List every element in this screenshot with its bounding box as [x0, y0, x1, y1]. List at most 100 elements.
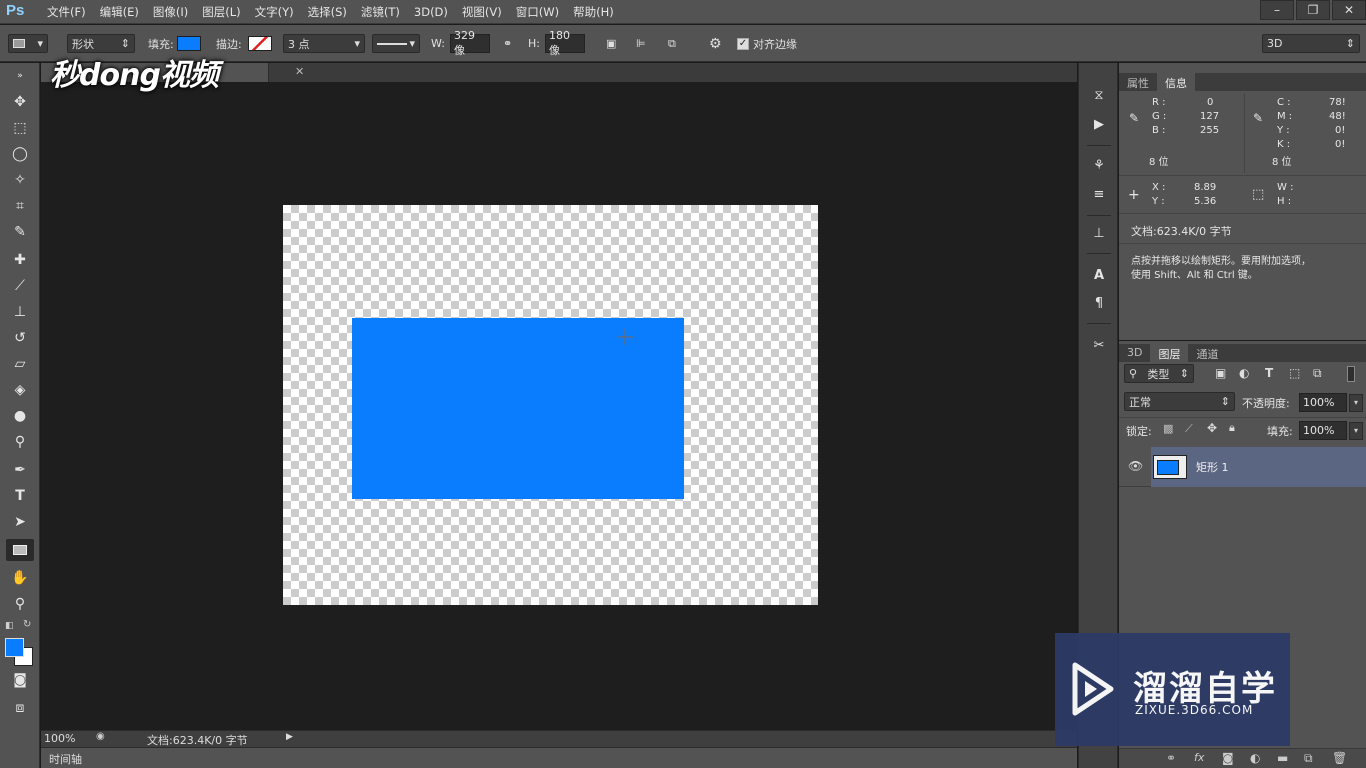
menu-file[interactable]: 文件(F)	[40, 4, 93, 20]
swap-colors-icon[interactable]: ↻	[23, 619, 31, 630]
stroke-swatch[interactable]	[247, 36, 272, 51]
screen-mode-icon[interactable]: ⧈	[6, 697, 34, 719]
paragraph-panel-icon[interactable]: ¶	[1089, 293, 1109, 313]
rectangle-shape[interactable]	[352, 318, 684, 499]
menu-select[interactable]: 选择(S)	[301, 4, 354, 20]
marquee-tool-icon[interactable]: ⬚	[6, 117, 34, 139]
status-menu-arrow-icon[interactable]: ▶	[286, 732, 293, 742]
collapse-toolbox-icon[interactable]: »	[6, 65, 34, 87]
link-layers-icon[interactable]: ⚭	[1166, 751, 1176, 765]
actions-panel-icon[interactable]: ▶	[1089, 114, 1109, 134]
menu-layer[interactable]: 图层(L)	[195, 4, 247, 20]
menu-edit[interactable]: 编辑(E)	[93, 4, 146, 20]
crop-tool-icon[interactable]: ⌗	[6, 195, 34, 217]
lock-position-icon[interactable]: ✥	[1207, 421, 1217, 435]
tab-properties[interactable]: 属性	[1119, 73, 1157, 91]
history-brush-tool-icon[interactable]: ↺	[6, 327, 34, 349]
path-operations-icon[interactable]: ▣	[606, 34, 616, 53]
tool-preset-picker[interactable]: ▾	[8, 34, 48, 53]
tab-info[interactable]: 信息	[1157, 73, 1195, 91]
menu-view[interactable]: 视图(V)	[455, 4, 509, 20]
pixel-filter-icon[interactable]: ▣	[1215, 366, 1226, 380]
dodge-tool-icon[interactable]: ⚲	[6, 431, 34, 453]
lock-all-icon[interactable]: 🔒︎	[1229, 421, 1235, 435]
lock-image-icon[interactable]: ⟋	[1185, 422, 1193, 436]
opacity-dropdown-icon[interactable]: ▾	[1349, 394, 1363, 412]
visibility-eye-icon[interactable]: 👁︎	[1128, 459, 1143, 473]
fill-swatch[interactable]	[176, 36, 201, 51]
fill-input[interactable]: 100%	[1299, 421, 1347, 440]
filter-toggle[interactable]	[1347, 366, 1355, 382]
pen-tool-icon[interactable]: ✒	[6, 459, 34, 481]
timeline-panel-tab[interactable]: 时间轴	[41, 747, 1077, 768]
smart-object-filter-icon[interactable]: ⧉	[1313, 366, 1322, 381]
stroke-size-select[interactable]: 3 点 ▾	[283, 34, 365, 53]
adjustment-layer-icon[interactable]: ◐	[1250, 751, 1260, 765]
brush-presets-icon[interactable]: ⚘	[1089, 155, 1109, 175]
eyedropper-tool-icon[interactable]: ✎	[6, 221, 34, 243]
tab-layers[interactable]: 图层	[1150, 344, 1189, 362]
quick-mask-icon[interactable]: ◙	[6, 669, 34, 691]
zoom-level[interactable]: 100%	[44, 732, 75, 745]
layer-thumbnail[interactable]	[1153, 455, 1187, 479]
tab-channels[interactable]: 通道	[1188, 344, 1226, 362]
shape-filter-icon[interactable]: ⬚	[1289, 366, 1300, 380]
fx-icon[interactable]: fx	[1194, 751, 1204, 764]
default-colors-icon[interactable]: ◧	[5, 621, 14, 631]
fill-dropdown-icon[interactable]: ▾	[1349, 422, 1363, 440]
gear-icon[interactable]: ⚙	[709, 34, 722, 53]
path-selection-tool-icon[interactable]: ➤	[6, 511, 34, 533]
mask-icon[interactable]: ◙	[1222, 751, 1234, 765]
tab-3d[interactable]: 3D	[1119, 344, 1150, 362]
move-tool-icon[interactable]: ✥	[6, 91, 34, 113]
workspace-select[interactable]: 3D ⇕	[1262, 34, 1360, 53]
lock-transparent-icon[interactable]: ▩	[1163, 422, 1173, 435]
status-info-icon[interactable]: ◉	[96, 731, 105, 742]
path-arrangement-icon[interactable]: ⧉	[668, 34, 676, 53]
lasso-tool-icon[interactable]: ◯	[6, 143, 34, 165]
type-filter-icon[interactable]: T	[1265, 366, 1273, 380]
layer-name[interactable]: 矩形 1	[1196, 459, 1229, 475]
menu-3d[interactable]: 3D(D)	[407, 5, 455, 19]
tab-close-icon[interactable]: ✕	[295, 65, 304, 78]
rectangle-tool-icon[interactable]	[6, 539, 34, 561]
restore-button[interactable]: ❐	[1296, 0, 1330, 20]
clone-source-icon[interactable]: ⊥	[1089, 223, 1109, 243]
minimize-button[interactable]: –	[1260, 0, 1294, 20]
menu-image[interactable]: 图像(I)	[146, 4, 195, 20]
align-edges-checkbox[interactable]: ✓ 对齐边缘	[737, 34, 797, 53]
history-panel-icon[interactable]: ⧖	[1089, 85, 1109, 105]
opacity-input[interactable]: 100%	[1299, 393, 1347, 412]
brush-tool-icon[interactable]: ⟋	[6, 275, 34, 297]
height-input[interactable]: 180 像	[544, 29, 585, 57]
magic-wand-tool-icon[interactable]: ✧	[6, 169, 34, 191]
character-panel-icon[interactable]: A	[1089, 265, 1109, 285]
tool-presets-icon[interactable]: ✂	[1089, 335, 1109, 355]
link-icon[interactable]: ⚭	[503, 34, 512, 53]
layer-row[interactable]: 👁︎ 矩形 1	[1119, 447, 1366, 487]
clone-stamp-tool-icon[interactable]: ⊥	[6, 301, 34, 323]
zoom-tool-icon[interactable]: ⚲	[6, 593, 34, 615]
folder-icon[interactable]: ▬	[1277, 751, 1288, 765]
healing-brush-tool-icon[interactable]: ✚	[6, 249, 34, 271]
foreground-color-swatch[interactable]	[5, 638, 24, 657]
width-input[interactable]: 329 像	[449, 29, 490, 57]
eraser-tool-icon[interactable]: ▱	[6, 353, 34, 375]
type-tool-icon[interactable]: T	[6, 485, 34, 507]
layer-filter-select[interactable]: ⚲ 类型 ⇕	[1124, 364, 1194, 383]
new-layer-icon[interactable]: ⧉	[1304, 751, 1313, 766]
blend-mode-select[interactable]: 正常 ⇕	[1124, 392, 1235, 411]
adjustment-filter-icon[interactable]: ◐	[1239, 366, 1249, 380]
menu-window[interactable]: 窗口(W)	[509, 4, 566, 20]
brush-panel-icon[interactable]: ≡	[1089, 184, 1109, 204]
menu-help[interactable]: 帮助(H)	[566, 4, 621, 20]
menu-filter[interactable]: 滤镜(T)	[354, 4, 407, 20]
paint-bucket-tool-icon[interactable]: ◈	[6, 379, 34, 401]
hand-tool-icon[interactable]: ✋	[6, 567, 34, 589]
menu-type[interactable]: 文字(Y)	[248, 4, 301, 20]
path-alignment-icon[interactable]: ⊫	[636, 34, 646, 53]
stroke-type-select[interactable]: ▾	[372, 34, 420, 53]
close-button[interactable]: ✕	[1332, 0, 1366, 20]
trash-icon[interactable]: 🗑︎	[1332, 751, 1347, 765]
blur-tool-icon[interactable]: ●	[6, 405, 34, 427]
